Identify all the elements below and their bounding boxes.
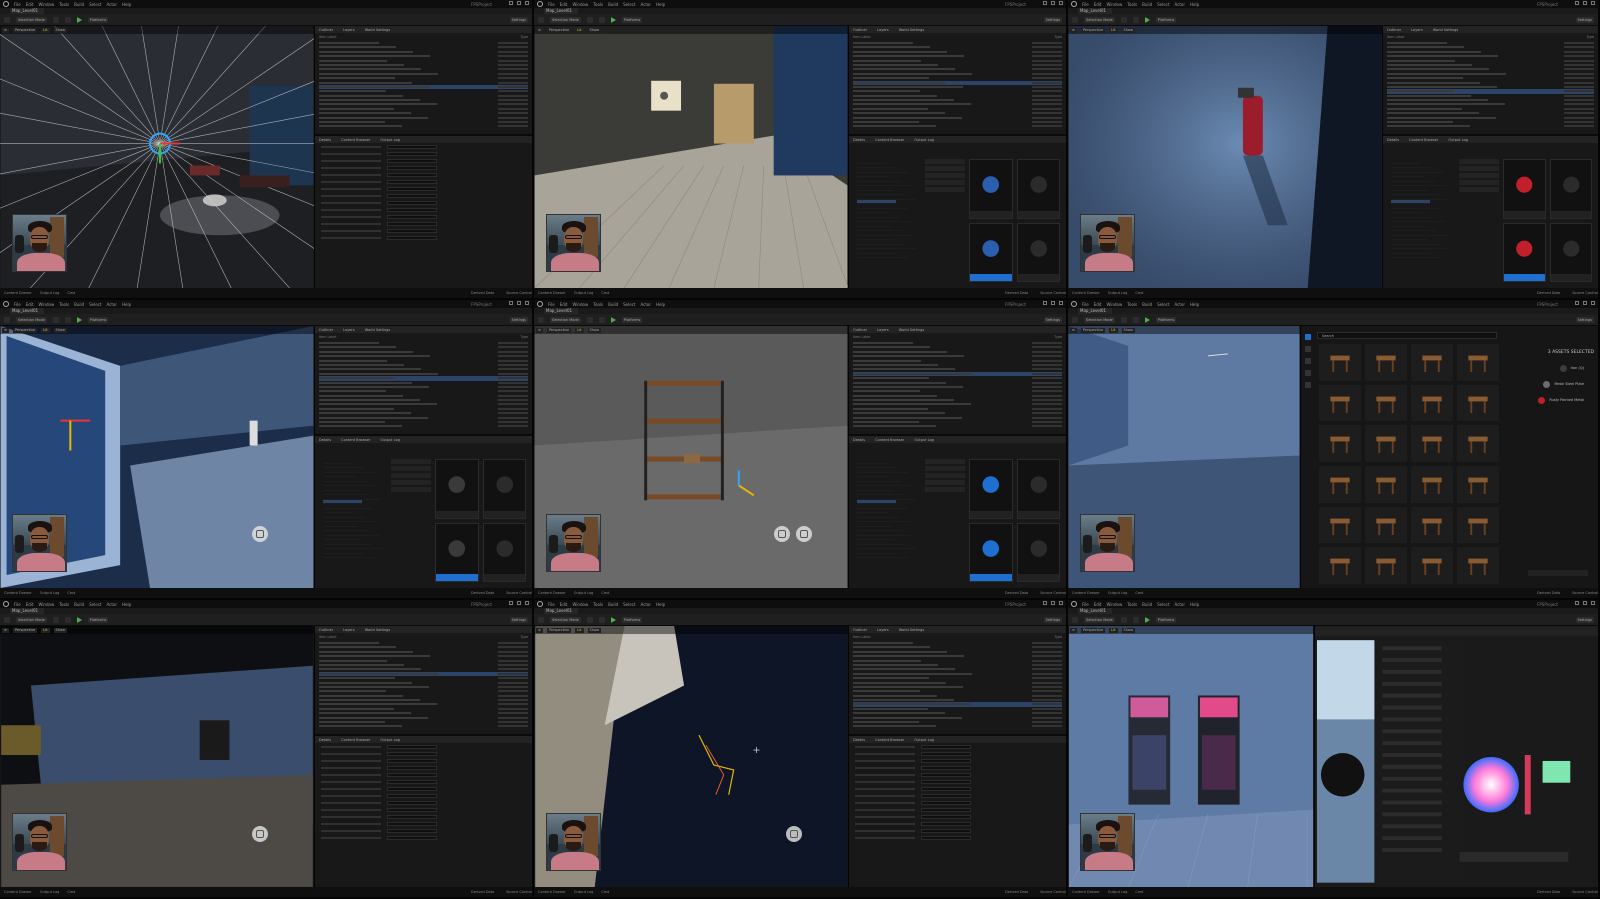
- lit-button[interactable]: Lit: [41, 27, 50, 33]
- perspective-button[interactable]: Perspective: [12, 627, 38, 633]
- perspective-button[interactable]: Perspective: [1080, 627, 1106, 633]
- perspective-button[interactable]: Perspective: [1080, 27, 1106, 33]
- show-button[interactable]: Show: [587, 627, 601, 633]
- viewport-menu-icon[interactable]: ≡: [536, 627, 543, 633]
- lit-button[interactable]: Lit: [575, 627, 584, 633]
- svg-defs: [0, 0, 1600, 899]
- show-button[interactable]: Show: [587, 327, 601, 333]
- lit-button[interactable]: Lit: [575, 27, 584, 33]
- perspective-button[interactable]: Perspective: [12, 327, 38, 333]
- perspective-button[interactable]: Perspective: [546, 627, 572, 633]
- viewport-toolbar: ≡ Perspective Lit Show: [1068, 326, 1300, 334]
- viewport-menu-icon[interactable]: ≡: [2, 27, 9, 33]
- viewport-menu-icon[interactable]: ≡: [536, 327, 543, 333]
- show-button[interactable]: Show: [53, 327, 67, 333]
- viewport-toolbar: ≡ Perspective Lit Show: [534, 326, 848, 334]
- show-button[interactable]: Show: [53, 27, 67, 33]
- viewport-toolbar: ≡ Perspective Lit Show: [1068, 626, 1314, 634]
- viewport-toolbar: ≡ Perspective Lit Show: [0, 626, 314, 634]
- viewport-menu-icon[interactable]: ≡: [1070, 327, 1077, 333]
- show-button[interactable]: Show: [53, 627, 67, 633]
- viewport-toolbar: ≡ Perspective Lit Show: [534, 26, 848, 34]
- show-button[interactable]: Show: [587, 27, 601, 33]
- viewport-toolbar: ≡ Perspective Lit Show: [1068, 26, 1382, 34]
- viewport-menu-icon[interactable]: ≡: [2, 327, 9, 333]
- show-button[interactable]: Show: [1121, 627, 1135, 633]
- perspective-button[interactable]: Perspective: [1080, 327, 1106, 333]
- lit-button[interactable]: Lit: [1109, 327, 1118, 333]
- perspective-button[interactable]: Perspective: [12, 27, 38, 33]
- viewport-menu-icon[interactable]: ≡: [1070, 627, 1077, 633]
- perspective-button[interactable]: Perspective: [546, 27, 572, 33]
- lit-button[interactable]: Lit: [41, 627, 50, 633]
- viewport-menu-icon[interactable]: ≡: [1070, 27, 1077, 33]
- show-button[interactable]: Show: [1121, 27, 1135, 33]
- show-button[interactable]: Show: [1121, 327, 1135, 333]
- viewport-toolbar: ≡ Perspective Lit Show: [0, 26, 314, 34]
- viewport-menu-icon[interactable]: ≡: [536, 27, 543, 33]
- lit-button[interactable]: Lit: [41, 327, 50, 333]
- viewport-menu-icon[interactable]: ≡: [2, 627, 9, 633]
- perspective-button[interactable]: Perspective: [546, 327, 572, 333]
- viewport-toolbar: ≡ Perspective Lit Show: [0, 326, 314, 334]
- viewport-toolbar: ≡ Perspective Lit Show: [534, 626, 848, 634]
- lit-button[interactable]: Lit: [1109, 627, 1118, 633]
- lit-button[interactable]: Lit: [1109, 27, 1118, 33]
- lit-button[interactable]: Lit: [575, 327, 584, 333]
